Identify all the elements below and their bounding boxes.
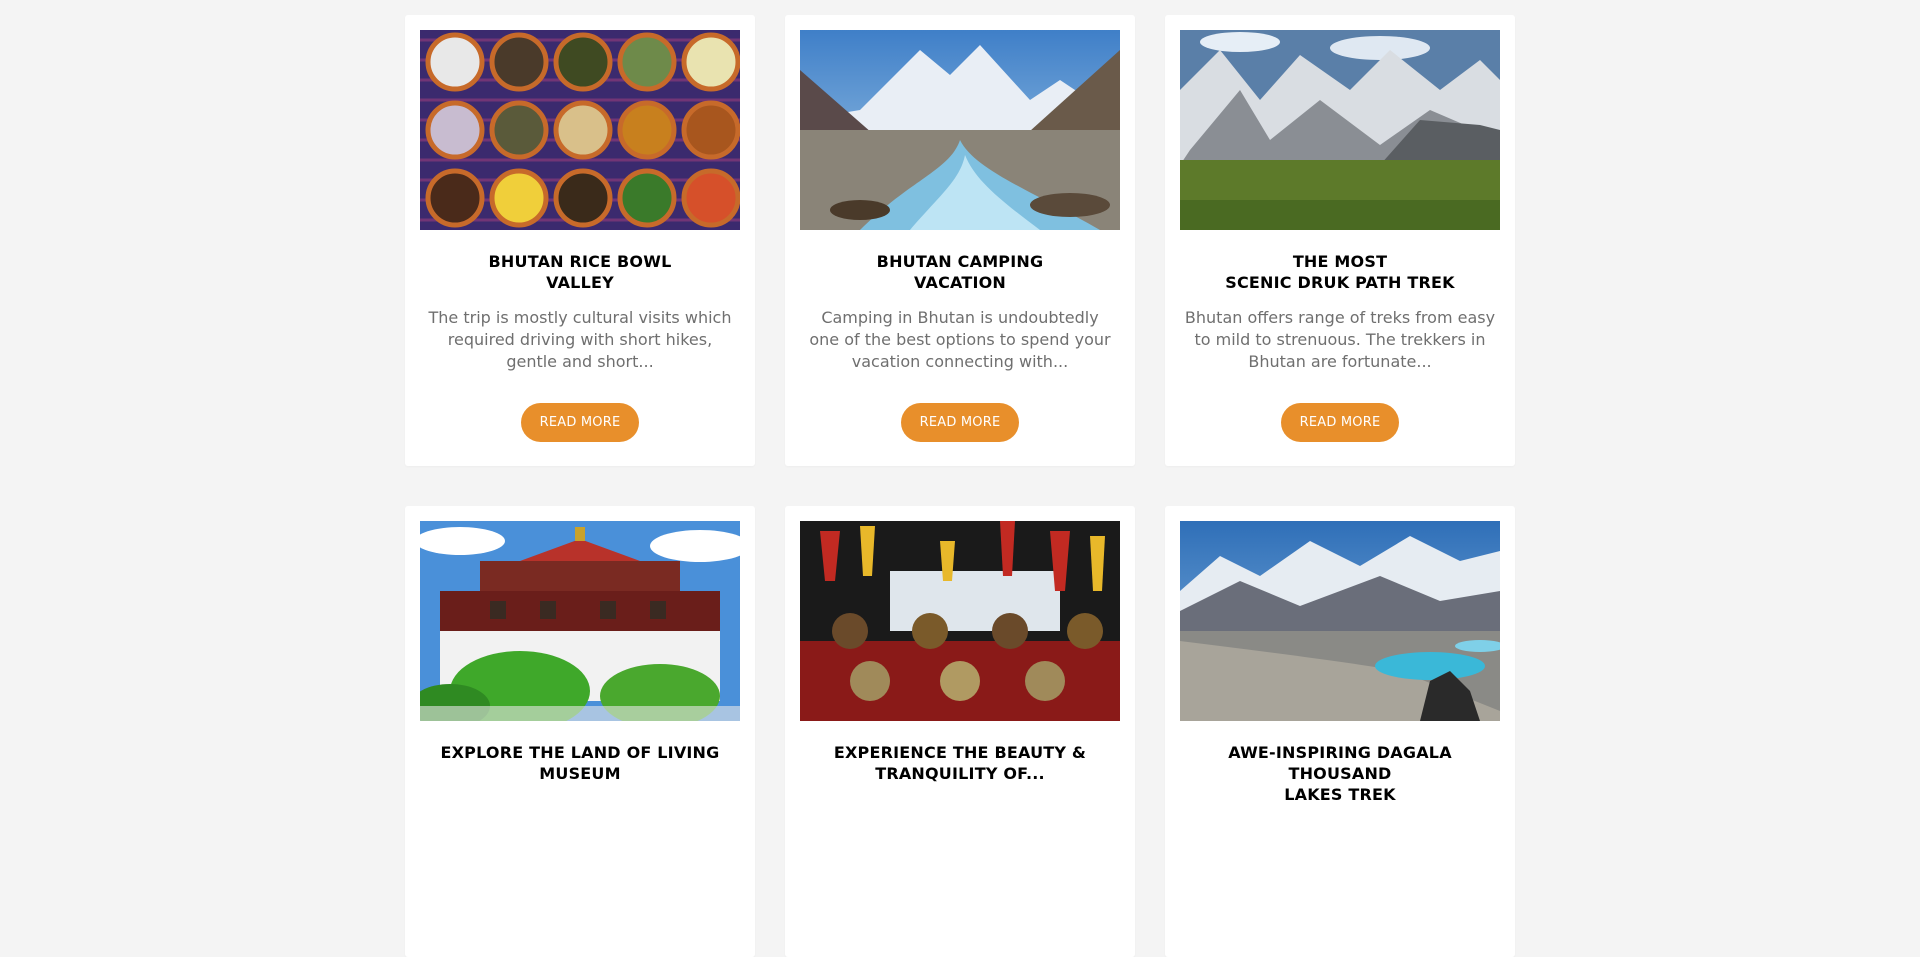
- card-image[interactable]: [1180, 521, 1500, 721]
- tour-card: BHUTAN CAMPING VACATION Camping in Bhuta…: [785, 15, 1135, 466]
- card-title[interactable]: AWE-INSPIRING DAGALA THOUSAND LAKES TREK: [1180, 742, 1500, 805]
- museum-tower-photo: [420, 521, 740, 721]
- card-title[interactable]: THE MOST SCENIC DRUK PATH TREK: [1180, 251, 1500, 293]
- tour-card: EXPERIENCE THE BEAUTY & TRANQUILITY OF..…: [785, 506, 1135, 957]
- card-title[interactable]: EXPERIENCE THE BEAUTY & TRANQUILITY OF..…: [800, 742, 1120, 784]
- card-image[interactable]: [420, 521, 740, 721]
- read-more-button[interactable]: READ MORE: [520, 403, 640, 442]
- tour-card-grid: BHUTAN RICE BOWL VALLEY The trip is most…: [405, 15, 1515, 957]
- food-bowls-photo: [420, 30, 740, 230]
- festival-dancers-photo: [800, 521, 1120, 721]
- card-title[interactable]: BHUTAN CAMPING VACATION: [800, 251, 1120, 293]
- card-image[interactable]: [800, 521, 1120, 721]
- mountain-lakes-photo: [1180, 521, 1500, 721]
- card-description: The trip is mostly cultural visits which…: [428, 308, 732, 371]
- tour-card: EXPLORE THE LAND OF LIVING MUSEUM: [405, 506, 755, 957]
- card-title[interactable]: EXPLORE THE LAND OF LIVING MUSEUM: [420, 742, 740, 784]
- mountain-river-photo: [800, 30, 1120, 230]
- card-image[interactable]: [1180, 30, 1500, 230]
- card-image[interactable]: [800, 30, 1120, 230]
- read-more-button[interactable]: READ MORE: [900, 403, 1020, 442]
- tour-card: BHUTAN RICE BOWL VALLEY The trip is most…: [405, 15, 755, 466]
- tour-card: THE MOST SCENIC DRUK PATH TREK Bhutan of…: [1165, 15, 1515, 466]
- card-description: Camping in Bhutan is undoubtedly one of …: [809, 308, 1111, 371]
- tour-card: AWE-INSPIRING DAGALA THOUSAND LAKES TREK: [1165, 506, 1515, 957]
- card-image[interactable]: [420, 30, 740, 230]
- card-description: Bhutan offers range of treks from easy t…: [1184, 308, 1496, 371]
- snowy-peaks-photo: [1180, 30, 1500, 230]
- read-more-button[interactable]: READ MORE: [1280, 403, 1400, 442]
- card-title[interactable]: BHUTAN RICE BOWL VALLEY: [420, 251, 740, 293]
